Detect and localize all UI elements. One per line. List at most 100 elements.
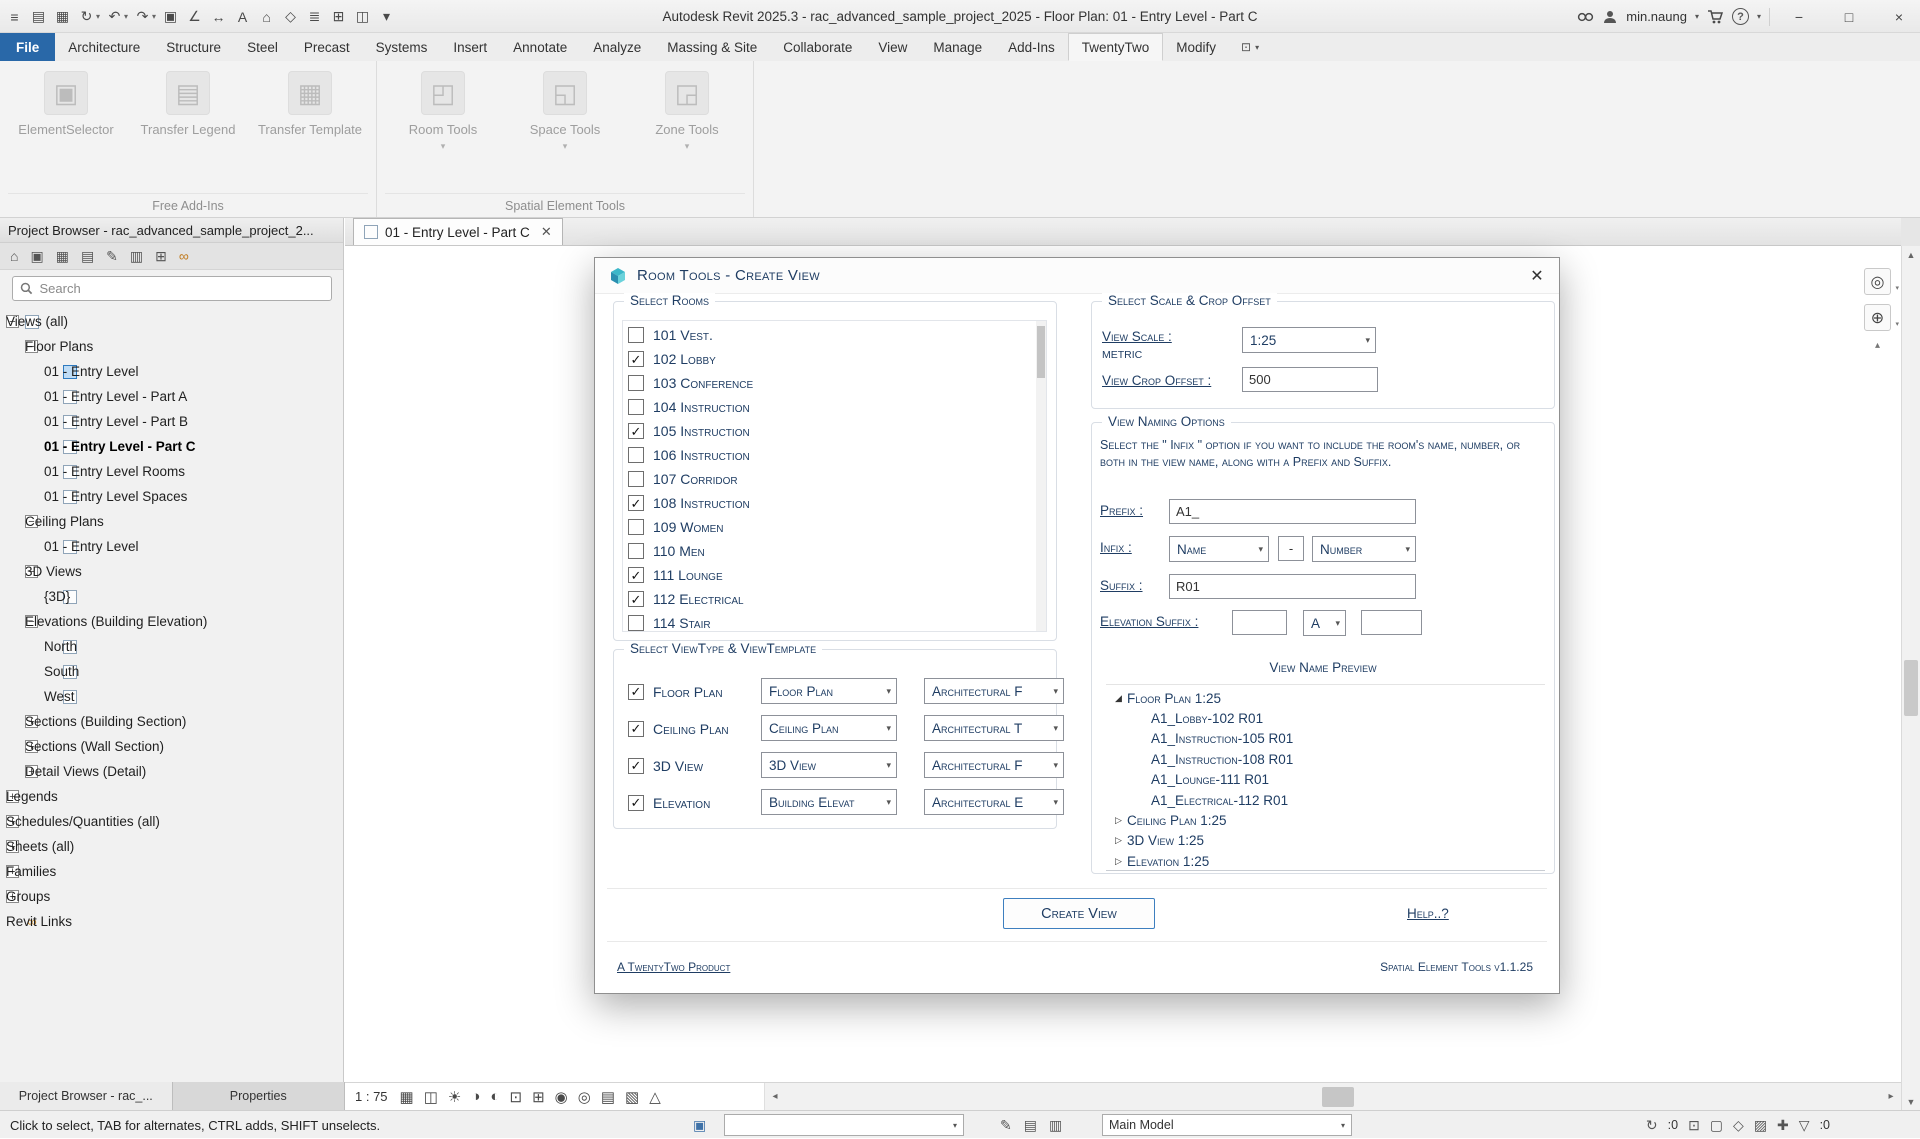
room-list-scrollbar[interactable] <box>1036 321 1046 631</box>
worksets-icon[interactable]: ▣ <box>693 1111 706 1139</box>
qat-customize-icon[interactable]: ▾ <box>376 6 397 28</box>
undo-caret-icon[interactable]: ▾ <box>124 12 128 21</box>
tree-item-3d-views[interactable]: −3D Views <box>0 559 343 584</box>
analytical-model-icon[interactable]: △ <box>649 1088 661 1106</box>
room-row-110-men[interactable]: 110 Men <box>623 539 1046 563</box>
open-icon[interactable]: ▤ <box>28 6 49 28</box>
switch-windows-icon[interactable]: ⊞ <box>328 6 349 28</box>
design-option-select[interactable]: Main Model▾ <box>1102 1114 1352 1136</box>
measure-icon[interactable]: ∠ <box>184 6 205 28</box>
design-options-edit-icon[interactable]: ▥ <box>1049 1117 1062 1134</box>
room-row-106-instruction[interactable]: 106 Instruction <box>623 443 1046 467</box>
dialog-close-icon[interactable]: ✕ <box>1525 265 1549 287</box>
view-tab[interactable]: 01 - Entry Level - Part C ✕ <box>353 218 563 245</box>
preview-item-a1-instruction-105-r01[interactable]: A1_Instruction-105 R01 <box>1106 729 1545 749</box>
browser-schedule-icon[interactable]: ▦ <box>56 248 69 265</box>
preview-item-a1-lobby-102-r01[interactable]: A1_Lobby-102 R01 <box>1106 708 1545 728</box>
tree-item-floor-plans[interactable]: −Floor Plans <box>0 334 343 359</box>
ribbon-button-transfer-template[interactable]: ▦Transfer Template <box>252 69 368 137</box>
section-icon[interactable]: ◇ <box>280 6 301 28</box>
viewtemplate-select[interactable]: Architectural E▾ <box>924 789 1064 815</box>
suffix-input[interactable] <box>1169 574 1416 599</box>
select-links-icon[interactable]: ⊡ <box>1688 1117 1700 1134</box>
username-label[interactable]: min.naung <box>1626 9 1687 24</box>
browser-edit-icon[interactable]: ✎ <box>106 248 118 265</box>
reveal-hidden-elements-icon[interactable]: ◎ <box>578 1088 591 1106</box>
tree-item-01-entry-level-part-c[interactable]: 01 - Entry Level - Part C <box>0 434 343 459</box>
filter-icon[interactable]: ▽ <box>1799 1117 1810 1134</box>
viewtype-select[interactable]: 3D View▾ <box>761 752 897 778</box>
create-view-button[interactable]: Create View <box>1003 898 1155 929</box>
help-link[interactable]: Help..? <box>1407 906 1449 921</box>
tree-item-01-entry-level-part-b[interactable]: 01 - Entry Level - Part B <box>0 409 343 434</box>
view-scale-control[interactable]: 1 : 75 <box>355 1089 388 1104</box>
home-3d-icon[interactable]: ⌂ <box>256 6 277 28</box>
ribbon-tab-precast[interactable]: Precast <box>291 33 363 61</box>
room-row-101-vest[interactable]: 101 Vest. <box>623 323 1046 347</box>
zoom-tool-icon[interactable]: ⊕▾ <box>1864 304 1891 331</box>
search-box[interactable] <box>12 276 332 301</box>
room-checkbox[interactable]: ✓ <box>628 567 644 583</box>
project-browser-header[interactable]: Project Browser - rac_advanced_sample_pr… <box>0 218 343 243</box>
ribbon-tab-file[interactable]: File <box>0 33 55 61</box>
ribbon-tab-analyze[interactable]: Analyze <box>580 33 654 61</box>
ribbon-button-space-tools[interactable]: ◱Space Tools▾ <box>507 69 623 152</box>
viewtemplate-select[interactable]: Architectural F▾ <box>924 752 1064 778</box>
user-avatar-icon[interactable] <box>1602 9 1618 25</box>
cart-icon[interactable] <box>1707 9 1724 25</box>
ribbon-tab-annotate[interactable]: Annotate <box>500 33 580 61</box>
ribbon-tab-modify[interactable]: Modify <box>1163 33 1229 61</box>
rendering-icon[interactable]: ◐ <box>490 1088 499 1105</box>
close-view-icon[interactable]: ✕ <box>541 224 552 240</box>
worksharing-display-icon[interactable]: ▧ <box>625 1088 639 1106</box>
preview-item-elevation-1-25[interactable]: ▷Elevation 1:25 <box>1106 851 1545 871</box>
room-row-104-instruction[interactable]: 104 Instruction <box>623 395 1046 419</box>
viewtype-select[interactable]: Floor Plan▾ <box>761 678 897 704</box>
viewtype-checkbox[interactable]: ✓ <box>628 758 644 774</box>
ribbon-tab-massing-site[interactable]: Massing & Site <box>654 33 770 61</box>
room-row-105-instruction[interactable]: ✓105 Instruction <box>623 419 1046 443</box>
room-row-103-conference[interactable]: 103 Conference <box>623 371 1046 395</box>
preview-item-a1-instruction-108-r01[interactable]: A1_Instruction-108 R01 <box>1106 749 1545 769</box>
tree-item-revit-links[interactable]: ∞Revit Links <box>0 909 343 934</box>
navbar-collapse-icon[interactable]: ▴ <box>1875 340 1880 351</box>
preview-item-floor-plan-1-25[interactable]: ◢Floor Plan 1:25 <box>1106 688 1545 708</box>
browser-table-icon[interactable]: ▤ <box>81 248 94 265</box>
tree-item-detail-views-detail[interactable]: +Detail Views (Detail) <box>0 759 343 784</box>
room-checkbox[interactable] <box>628 543 644 559</box>
search-icon[interactable] <box>1577 9 1594 24</box>
sync-caret-icon[interactable]: ▾ <box>96 12 100 21</box>
tree-item-families[interactable]: +Families <box>0 859 343 884</box>
zoom-caret-icon[interactable]: ▾ <box>1895 320 1899 328</box>
temporary-hide-isolate-icon[interactable]: ◉ <box>555 1088 568 1106</box>
browser-link-icon[interactable]: ∞ <box>179 248 189 264</box>
room-checkbox[interactable]: ✓ <box>628 495 644 511</box>
ribbon-tab-systems[interactable]: Systems <box>363 33 441 61</box>
scroll-right-icon[interactable]: ▸ <box>1881 1083 1901 1110</box>
tree-item-groups[interactable]: +Groups <box>0 884 343 909</box>
ribbon-tab-twentytwo[interactable]: TwentyTwo <box>1068 33 1164 61</box>
shadows-icon[interactable]: ◑ <box>471 1088 480 1105</box>
room-checkbox[interactable] <box>628 471 644 487</box>
visual-style-icon[interactable]: ◫ <box>424 1088 438 1106</box>
tree-item-sections-building-section[interactable]: +Sections (Building Section) <box>0 709 343 734</box>
room-row-112-electrical[interactable]: ✓112 Electrical <box>623 587 1046 611</box>
ribbon-tab-collaborate[interactable]: Collaborate <box>770 33 865 61</box>
scroll-up-icon[interactable]: ▲ <box>1902 246 1920 263</box>
room-checkbox[interactable]: ✓ <box>628 423 644 439</box>
preview-item-a1-lounge-111-r01[interactable]: A1_Lounge-111 R01 <box>1106 770 1545 790</box>
room-checkbox[interactable] <box>628 399 644 415</box>
steering-wheel-icon[interactable]: ◎▾ <box>1864 268 1891 295</box>
collapse-icon[interactable]: ◢ <box>1110 693 1127 704</box>
room-row-109-women[interactable]: 109 Women <box>623 515 1046 539</box>
app-menu-icon[interactable]: ≡ <box>4 6 25 28</box>
ribbon-tab-insert[interactable]: Insert <box>440 33 500 61</box>
search-input[interactable] <box>40 281 310 296</box>
drag-on-selection-icon[interactable]: ✚ <box>1777 1117 1789 1134</box>
scroll-down-icon[interactable]: ▼ <box>1902 1093 1920 1110</box>
view-crop-offset-input[interactable] <box>1242 367 1378 392</box>
select-by-face-icon[interactable]: ▨ <box>1754 1117 1767 1134</box>
tree-item-legends[interactable]: +Legends <box>0 784 343 809</box>
vertical-scrollbar[interactable]: ▲ ▼ <box>1901 246 1920 1110</box>
redo-icon[interactable]: ↷ <box>132 6 153 28</box>
